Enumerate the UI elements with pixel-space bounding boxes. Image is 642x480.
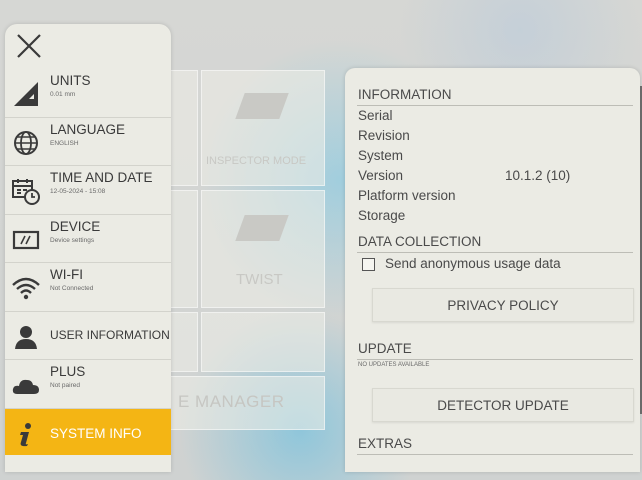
background-tile	[168, 190, 198, 308]
sidebar-item-subtitle: Device settings	[50, 236, 95, 244]
calendar-clock-icon	[12, 179, 40, 205]
close-icon[interactable]	[14, 31, 44, 61]
sidebar-item-title: LANGUAGE	[50, 121, 126, 137]
background-manager-label: E MANAGER	[178, 392, 285, 411]
background-tile	[168, 312, 198, 372]
detector-update-button[interactable]: DETECTOR UPDATE	[372, 388, 634, 422]
sidebar-item-subtitle: Not paired	[50, 382, 80, 389]
send-usage-label[interactable]: Send anonymous usage data	[385, 256, 561, 271]
sidebar-item-time-and-date[interactable]: TIME AND DATE 12-05-2024 - 15:08	[5, 166, 171, 215]
tile-label: TWIST	[236, 271, 283, 288]
wifi-icon	[12, 277, 40, 300]
ruler-triangle-icon	[14, 82, 38, 106]
sidebar-item-title: USER INFORMATION	[50, 327, 170, 342]
info-row-label: Serial	[358, 108, 393, 123]
divider	[357, 454, 633, 455]
sidebar-item-title: WI-FI	[50, 267, 83, 282]
extras-heading: EXTRAS	[358, 436, 413, 451]
sidebar-item-system-info[interactable]: SYSTEM INFO	[5, 408, 171, 455]
sidebar-item-subtitle: 0.01 mm	[50, 91, 76, 98]
update-status: NO UPDATES AVAILABLE	[358, 362, 430, 368]
sidebar-item-wifi[interactable]: WI-FI Not Connected	[5, 263, 171, 312]
sidebar-item-user-information[interactable]: USER INFORMATION	[5, 312, 171, 360]
info-row-value: 10.1.2 (10)	[505, 168, 571, 183]
cloud-icon	[12, 379, 39, 394]
sidebar-item-subtitle: ENGLISH	[50, 139, 79, 147]
settings-menu: UNITS 0.01 mm LANGUAGE ENGLISH TIME AND …	[5, 69, 171, 455]
background-tile: INSPECTOR MODE	[201, 70, 325, 186]
sidebar-item-title: TIME AND DATE	[50, 170, 153, 185]
settings-sidebar: UNITS 0.01 mm LANGUAGE ENGLISH TIME AND …	[5, 24, 171, 472]
info-row-label: Version	[358, 168, 404, 183]
update-heading: UPDATE	[358, 341, 412, 356]
divider	[357, 359, 633, 360]
send-usage-checkbox[interactable]	[362, 258, 375, 271]
sidebar-item-units[interactable]: UNITS 0.01 mm	[5, 69, 171, 118]
info-row-label: Platform version	[358, 188, 456, 203]
info-icon	[20, 422, 31, 446]
background-tile	[201, 312, 325, 372]
privacy-policy-button[interactable]: PRIVACY POLICY	[372, 288, 634, 322]
sidebar-item-title: SYSTEM INFO	[50, 425, 142, 441]
tile-graphic	[235, 215, 289, 241]
sidebar-item-title: DEVICE	[50, 218, 101, 234]
info-row-label: Revision	[358, 128, 410, 143]
divider	[357, 105, 633, 106]
sidebar-item-device[interactable]: DEVICE Device settings	[5, 215, 171, 263]
device-icon	[12, 230, 40, 249]
tile-graphic	[235, 93, 289, 119]
sidebar-item-subtitle: Not Connected	[50, 285, 94, 292]
sidebar-item-language[interactable]: LANGUAGE ENGLISH	[5, 118, 171, 166]
divider	[357, 252, 633, 253]
background-tile: TWIST	[201, 190, 325, 308]
globe-icon	[14, 130, 38, 155]
data-collection-heading: DATA COLLECTION	[358, 234, 482, 249]
information-heading: INFORMATION	[358, 87, 452, 102]
sidebar-item-plus[interactable]: PLUS Not paired	[5, 360, 171, 409]
info-row-label: System	[358, 148, 404, 163]
info-row-label: Storage	[358, 208, 406, 223]
sidebar-item-title: UNITS	[50, 73, 91, 88]
sidebar-item-subtitle: 12-05-2024 - 15:08	[50, 188, 106, 195]
user-icon	[15, 325, 37, 349]
background-tile	[168, 70, 198, 186]
sidebar-item-title: PLUS	[50, 364, 86, 379]
tile-label: INSPECTOR MODE	[206, 155, 307, 167]
